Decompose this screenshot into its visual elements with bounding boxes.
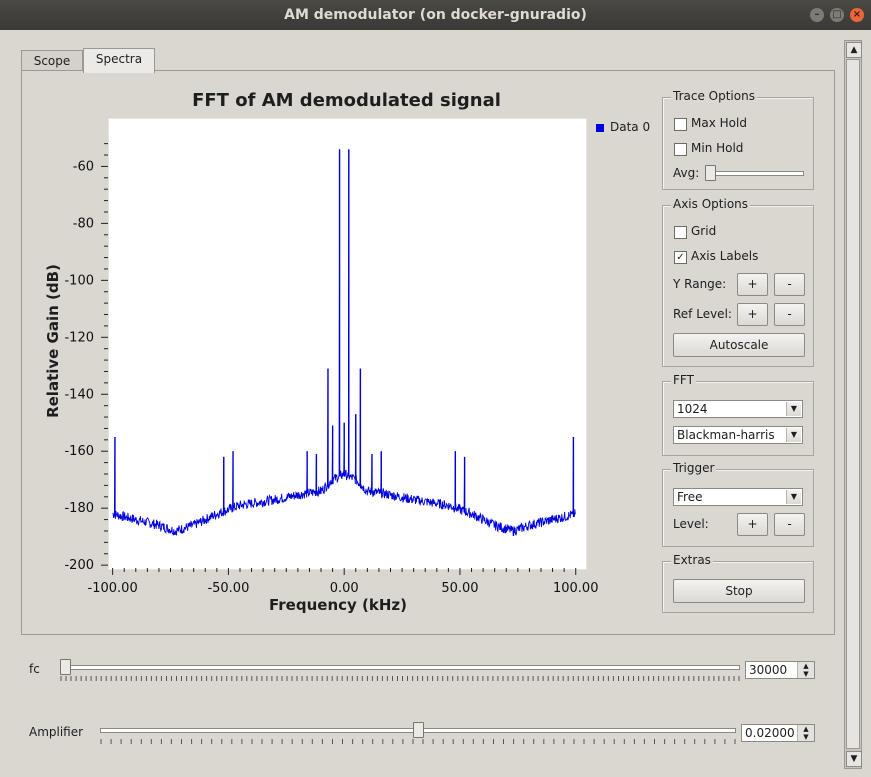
scroll-down-icon[interactable]: ▼ bbox=[846, 751, 862, 767]
amplifier-slider-ticks bbox=[100, 739, 736, 744]
y-range-label: Y Range: bbox=[673, 277, 727, 291]
fc-slider[interactable] bbox=[60, 665, 740, 670]
autoscale-button[interactable]: Autoscale bbox=[673, 333, 805, 357]
extras-title: Extras bbox=[671, 553, 713, 567]
y-range-plus-button[interactable]: + bbox=[737, 273, 768, 296]
stop-button[interactable]: Stop bbox=[673, 579, 805, 603]
legend-label: Data 0 bbox=[610, 120, 651, 134]
fft-window-value: Blackman-harris bbox=[677, 428, 775, 442]
y-tick-label: -160 bbox=[64, 444, 94, 459]
amplifier-label: Amplifier bbox=[29, 725, 84, 739]
fc-value: 30000 bbox=[749, 663, 788, 677]
y-range-minus-button[interactable]: - bbox=[774, 273, 805, 296]
axis-labels-label: Axis Labels bbox=[691, 249, 759, 263]
chevron-down-icon: ▼ bbox=[786, 402, 801, 416]
spin-arrows-icon[interactable]: ▲ ▼ bbox=[797, 662, 814, 678]
fft-group: FFT bbox=[662, 373, 814, 456]
x-tick-label: -100.00 bbox=[88, 581, 138, 596]
legend-swatch bbox=[596, 124, 604, 132]
fc-slider-ticks bbox=[60, 676, 740, 681]
scroll-up-icon[interactable]: ▲ bbox=[846, 42, 862, 58]
max-hold-label: Max Hold bbox=[691, 116, 747, 130]
ref-level-plus-button[interactable]: + bbox=[737, 303, 768, 326]
spin-arrows-icon[interactable]: ▲ ▼ bbox=[797, 725, 814, 741]
min-hold-label: Min Hold bbox=[691, 141, 744, 155]
trigger-mode-select[interactable]: Free ▼ bbox=[673, 488, 803, 506]
y-tick-label: -200 bbox=[64, 558, 94, 573]
ref-level-label: Ref Level: bbox=[673, 307, 732, 321]
chevron-down-icon: ▼ bbox=[786, 490, 801, 504]
amplifier-slider-handle[interactable] bbox=[413, 722, 424, 738]
trigger-title: Trigger bbox=[671, 461, 717, 475]
trigger-level-minus-button[interactable]: - bbox=[774, 513, 805, 536]
y-tick-label: -140 bbox=[64, 387, 94, 402]
amplifier-value: 0.02000 bbox=[745, 726, 795, 740]
grid-label: Grid bbox=[691, 224, 717, 238]
fc-spinbox[interactable]: 30000 ▲ ▼ bbox=[745, 661, 815, 679]
x-tick-label: 50.00 bbox=[441, 581, 478, 596]
series-data-0-line bbox=[112, 149, 576, 537]
grid-checkbox[interactable] bbox=[674, 226, 687, 239]
axis-options-title: Axis Options bbox=[671, 197, 751, 211]
x-tick-label: 100.00 bbox=[553, 581, 599, 596]
y-tick-label: -120 bbox=[64, 330, 94, 345]
x-tick-label: 0.00 bbox=[330, 581, 359, 596]
fc-slider-handle[interactable] bbox=[60, 659, 71, 675]
tab-spectra[interactable]: Spectra bbox=[83, 48, 155, 73]
fft-size-select[interactable]: 1024 ▼ bbox=[673, 400, 803, 418]
y-tick-label: -80 bbox=[73, 216, 94, 231]
ref-level-minus-button[interactable]: - bbox=[774, 303, 805, 326]
x-tick-label: -50.00 bbox=[207, 581, 249, 596]
min-hold-checkbox[interactable] bbox=[674, 143, 687, 156]
trigger-level-label: Level: bbox=[673, 517, 709, 531]
fc-label: fc bbox=[29, 662, 40, 676]
chevron-down-icon: ▼ bbox=[786, 428, 801, 442]
trigger-mode-value: Free bbox=[677, 490, 703, 504]
avg-slider-handle[interactable] bbox=[705, 165, 716, 181]
fft-window-select[interactable]: Blackman-harris ▼ bbox=[673, 426, 803, 444]
axis-labels-checkbox[interactable]: ✓ bbox=[674, 251, 687, 264]
avg-slider[interactable] bbox=[706, 171, 804, 176]
trigger-level-plus-button[interactable]: + bbox=[737, 513, 768, 536]
y-tick-label: -100 bbox=[64, 273, 94, 288]
y-tick-label: -60 bbox=[73, 159, 94, 174]
avg-label: Avg: bbox=[673, 166, 700, 180]
trace-options-title: Trace Options bbox=[671, 89, 757, 103]
max-hold-checkbox[interactable] bbox=[674, 118, 687, 131]
fft-size-value: 1024 bbox=[677, 402, 708, 416]
vertical-scrollbar[interactable]: ▲ ▼ bbox=[844, 40, 862, 769]
fft-title: FFT bbox=[671, 373, 696, 387]
y-tick-label: -180 bbox=[64, 501, 94, 516]
scrollbar-thumb[interactable] bbox=[846, 59, 860, 749]
amplifier-spinbox[interactable]: 0.02000 ▲ ▼ bbox=[741, 724, 815, 742]
